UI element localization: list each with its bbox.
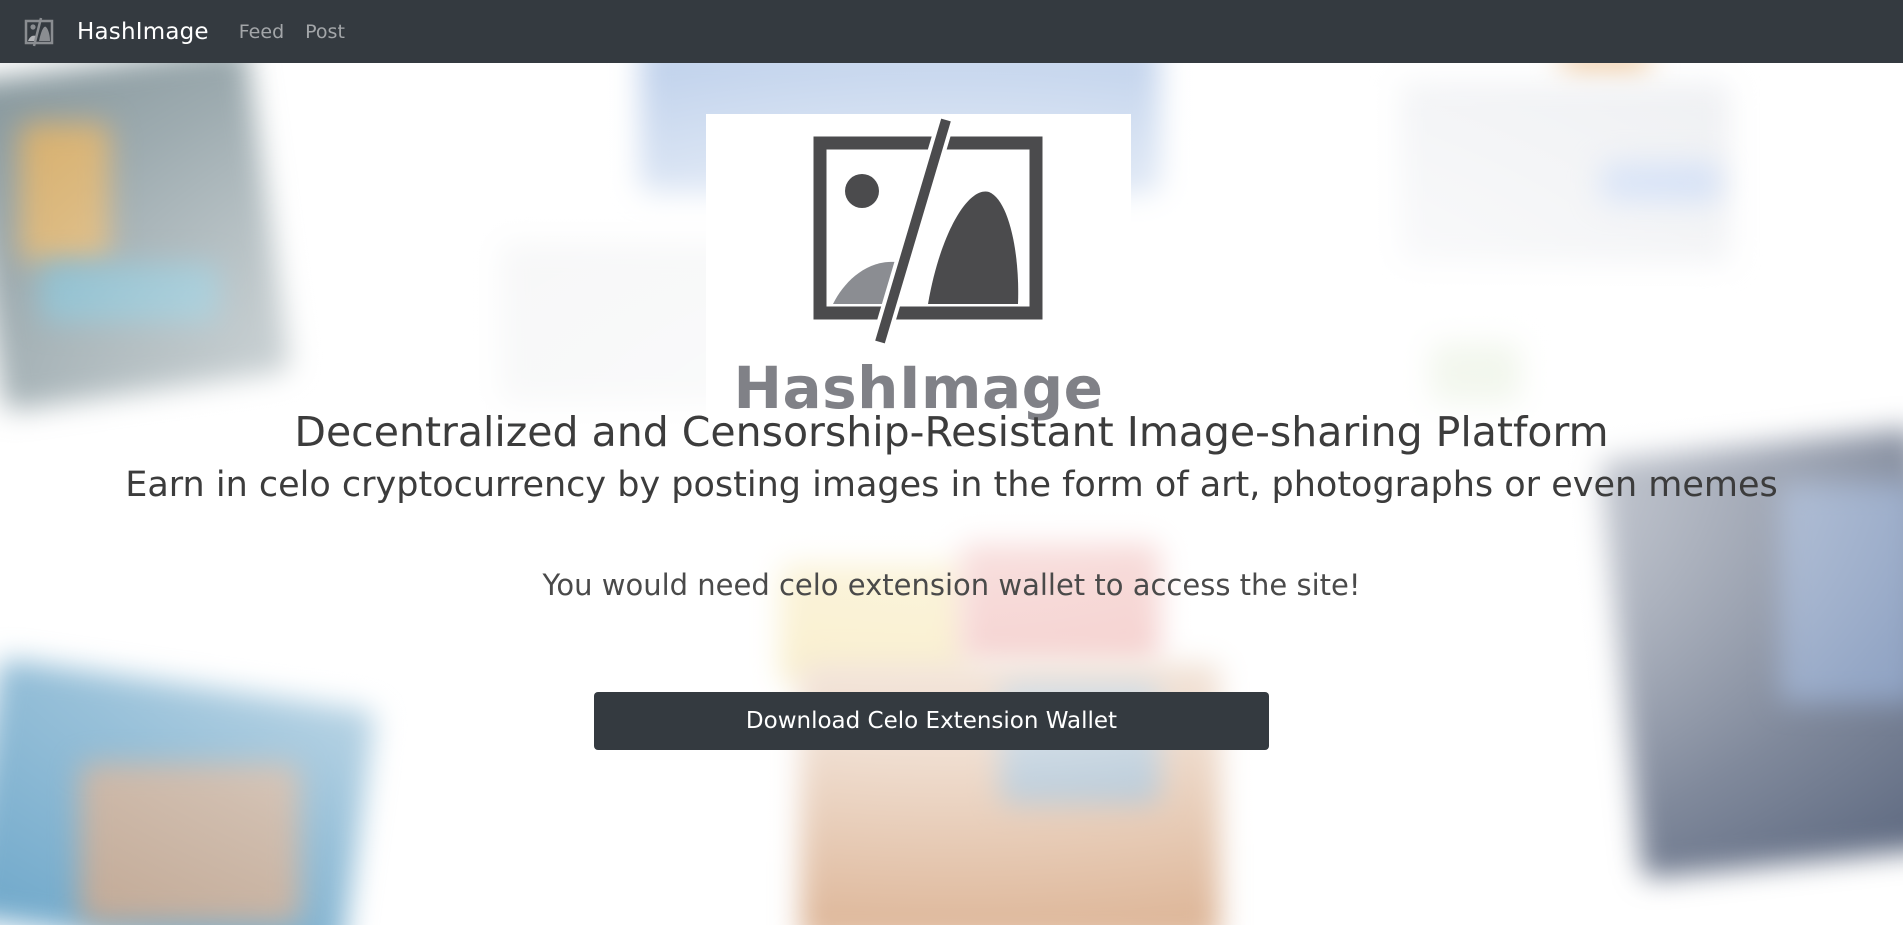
image-slash-icon — [813, 117, 1043, 345]
page: HashImage Feed Post HashImage Decentrali… — [0, 0, 1903, 925]
hero-section: HashImage Decentralized and Censorship-R… — [0, 63, 1903, 925]
hero-logo: HashImage — [706, 114, 1131, 439]
brand-logo-icon[interactable] — [22, 15, 56, 49]
download-wallet-button[interactable]: Download Celo Extension Wallet — [594, 692, 1269, 750]
nav-link-post[interactable]: Post — [305, 21, 345, 43]
headline: Decentralized and Censorship-Resistant I… — [294, 408, 1609, 456]
nav-link-feed[interactable]: Feed — [239, 21, 284, 43]
subheadline: Earn in celo cryptocurrency by posting i… — [125, 465, 1778, 505]
wallet-notice: You would need celo extension wallet to … — [542, 568, 1361, 602]
brand-name[interactable]: HashImage — [77, 19, 209, 45]
navbar: HashImage Feed Post — [0, 0, 1903, 63]
